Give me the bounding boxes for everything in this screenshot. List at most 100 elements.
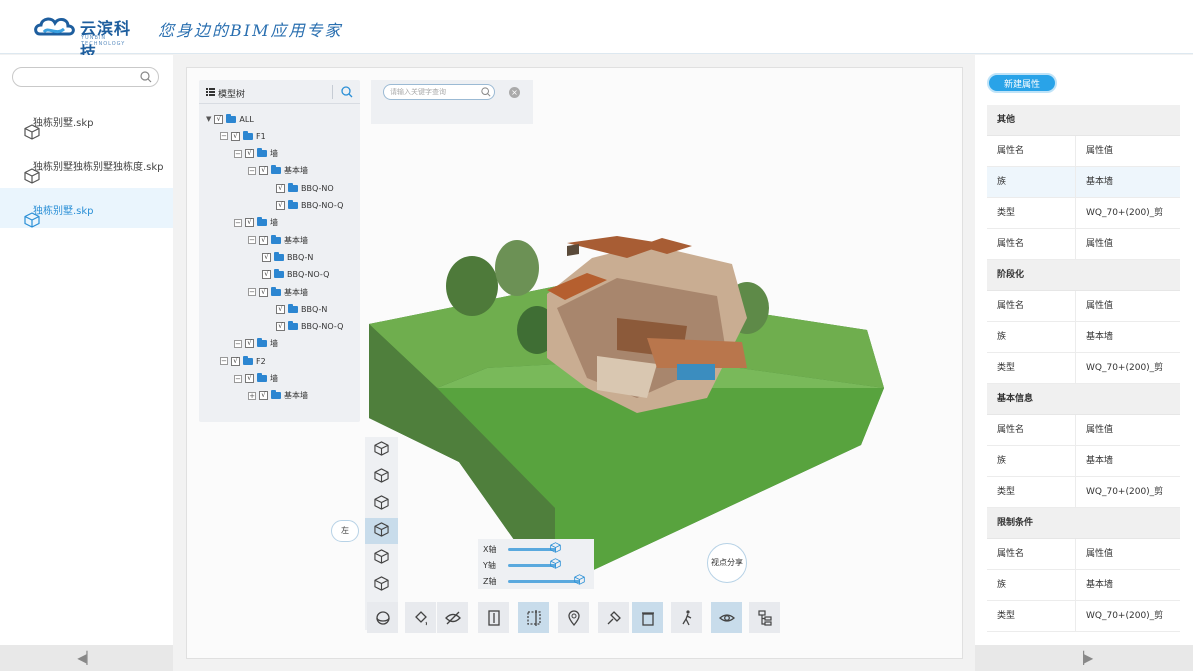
cube-handle-icon[interactable] xyxy=(550,542,561,555)
axis-slider-track[interactable] xyxy=(508,564,556,567)
tool-button[interactable] xyxy=(671,602,702,633)
collapse-left-button[interactable]: ◀▏ xyxy=(0,645,173,671)
tree-node[interactable]: − √ 基本墙 xyxy=(248,164,308,178)
tree-node[interactable]: − √ 基本墙 xyxy=(248,233,308,247)
tool-button[interactable] xyxy=(518,602,549,633)
property-section-header[interactable]: 限制条件 xyxy=(987,508,1180,539)
property-row[interactable]: 类型 WQ_70+(200)_剪 xyxy=(987,601,1180,632)
clear-icon[interactable]: × xyxy=(509,87,520,98)
cube-handle-icon[interactable] xyxy=(550,558,561,571)
checkbox[interactable]: √ xyxy=(259,287,268,297)
file-item[interactable]: 独栋别墅.skp xyxy=(0,100,173,140)
checkbox[interactable]: √ xyxy=(262,252,271,262)
property-section-header[interactable]: 阶段化 xyxy=(987,260,1180,291)
view-direction-button[interactable] xyxy=(365,437,398,463)
property-section-header[interactable]: 基本信息 xyxy=(987,384,1180,415)
expand-toggle-icon[interactable]: − xyxy=(248,288,256,296)
checkbox[interactable]: √ xyxy=(259,166,268,176)
property-row[interactable]: 族基本墙 xyxy=(987,167,1180,198)
property-row[interactable]: 属性名 属性值 xyxy=(987,415,1180,446)
expand-toggle-icon[interactable]: − xyxy=(248,166,256,175)
property-row[interactable]: 属性名 属性值 xyxy=(987,291,1180,322)
view-direction-button[interactable] xyxy=(365,545,398,571)
file-item[interactable]: 独栋别墅.skp xyxy=(0,188,173,228)
expand-toggle-icon[interactable]: − xyxy=(234,374,242,383)
tree-node[interactable]: + √ 基本墙 xyxy=(248,389,308,403)
view-direction-button[interactable] xyxy=(365,464,398,490)
expand-toggle-icon[interactable]: − xyxy=(248,236,256,245)
property-row[interactable]: 属性名 属性值 xyxy=(987,136,1180,167)
keyword-search-input[interactable]: 请输入关键字查询 xyxy=(383,84,495,100)
property-row[interactable]: 类型 WQ_70+(200)_剪 xyxy=(987,198,1180,229)
view-direction-button[interactable] xyxy=(365,491,398,517)
axis-slider-row[interactable]: X轴 xyxy=(478,541,594,557)
tool-button[interactable] xyxy=(749,602,780,633)
tree-node[interactable]: ▼ √ ALL xyxy=(206,112,254,126)
checkbox[interactable]: √ xyxy=(276,304,285,314)
tree-node[interactable]: − √ F1 xyxy=(220,129,266,143)
file-item[interactable]: 独栋别墅独栋别墅独栋度.skp xyxy=(0,144,173,184)
view-direction-button[interactable] xyxy=(365,572,398,598)
tool-button[interactable] xyxy=(478,602,509,633)
keyword-search-icon[interactable] xyxy=(481,87,491,97)
checkbox[interactable]: √ xyxy=(214,114,224,124)
tree-node[interactable]: √ BBQ-NO xyxy=(276,181,334,195)
axis-slider-track[interactable] xyxy=(508,548,556,551)
tree-node[interactable]: − √ 墙 xyxy=(234,147,278,161)
new-property-button[interactable]: 新建属性 xyxy=(987,73,1057,93)
property-row[interactable]: 族基本墙 xyxy=(987,570,1180,601)
checkbox[interactable]: √ xyxy=(259,235,268,245)
property-row[interactable]: 族基本墙 xyxy=(987,446,1180,477)
view-direction-button[interactable] xyxy=(365,518,398,544)
property-row[interactable]: 属性名 属性值 xyxy=(987,539,1180,570)
checkbox[interactable]: √ xyxy=(231,356,240,366)
tool-button[interactable] xyxy=(367,602,398,633)
tree-node[interactable]: − √ 基本墙 xyxy=(248,285,308,299)
axis-slider-row[interactable]: Y轴 xyxy=(478,557,594,573)
tool-button[interactable] xyxy=(632,602,663,633)
axis-slider-row[interactable]: Z轴 xyxy=(478,573,594,589)
viewpoint-share-bubble[interactable]: 视点分享 xyxy=(707,543,747,583)
collapse-right-button[interactable]: ▕▶ xyxy=(975,645,1193,671)
cube-handle-icon[interactable] xyxy=(574,574,585,587)
tree-node[interactable]: − √ 墙 xyxy=(234,216,278,230)
caret-down-icon[interactable]: ▼ xyxy=(206,115,211,123)
expand-toggle-icon[interactable]: + xyxy=(248,391,256,400)
tree-node[interactable]: √ BBQ-N xyxy=(276,302,327,316)
expand-toggle-icon[interactable]: − xyxy=(234,339,242,348)
expand-toggle-icon[interactable]: − xyxy=(220,357,228,366)
checkbox[interactable]: √ xyxy=(259,391,268,401)
checkbox[interactable]: √ xyxy=(276,183,285,193)
property-row[interactable]: 族基本墙 xyxy=(987,322,1180,353)
property-section-header[interactable]: 其他 xyxy=(987,105,1180,136)
checkbox[interactable]: √ xyxy=(276,201,285,210)
tree-search-icon[interactable] xyxy=(341,86,353,98)
expand-toggle-icon[interactable]: − xyxy=(234,218,242,227)
checkbox[interactable]: √ xyxy=(231,131,240,141)
tree-node[interactable]: √ BBQ-NO-Q xyxy=(276,320,343,334)
checkbox[interactable]: √ xyxy=(245,374,254,383)
property-row[interactable]: 类型 WQ_70+(200)_剪 xyxy=(987,477,1180,508)
tree-node[interactable]: √ BBQ-N xyxy=(262,250,313,264)
search-icon[interactable] xyxy=(140,71,152,83)
property-row[interactable]: 属性名 属性值 xyxy=(987,229,1180,260)
tool-button[interactable] xyxy=(558,602,589,633)
tree-node[interactable]: √ BBQ-NO-Q xyxy=(276,199,343,213)
tool-button[interactable] xyxy=(437,602,468,633)
tool-button[interactable] xyxy=(405,602,436,633)
axis-slider-track[interactable] xyxy=(508,580,580,583)
checkbox[interactable]: √ xyxy=(276,322,285,332)
checkbox[interactable]: √ xyxy=(245,218,254,228)
checkbox[interactable]: √ xyxy=(245,339,254,349)
expand-toggle-icon[interactable]: − xyxy=(234,149,242,158)
tree-node[interactable]: − √ 墙 xyxy=(234,337,278,351)
file-search-input[interactable] xyxy=(12,67,159,87)
checkbox[interactable]: √ xyxy=(262,270,271,280)
tree-node[interactable]: − √ F2 xyxy=(220,354,266,368)
tree-node[interactable]: √ BBQ-NO-Q xyxy=(262,268,329,282)
expand-toggle-icon[interactable]: − xyxy=(220,132,228,141)
tool-button[interactable] xyxy=(711,602,742,633)
tree-node[interactable]: − √ 墙 xyxy=(234,372,278,386)
tool-button[interactable] xyxy=(598,602,629,633)
property-row[interactable]: 类型 WQ_70+(200)_剪 xyxy=(987,353,1180,384)
